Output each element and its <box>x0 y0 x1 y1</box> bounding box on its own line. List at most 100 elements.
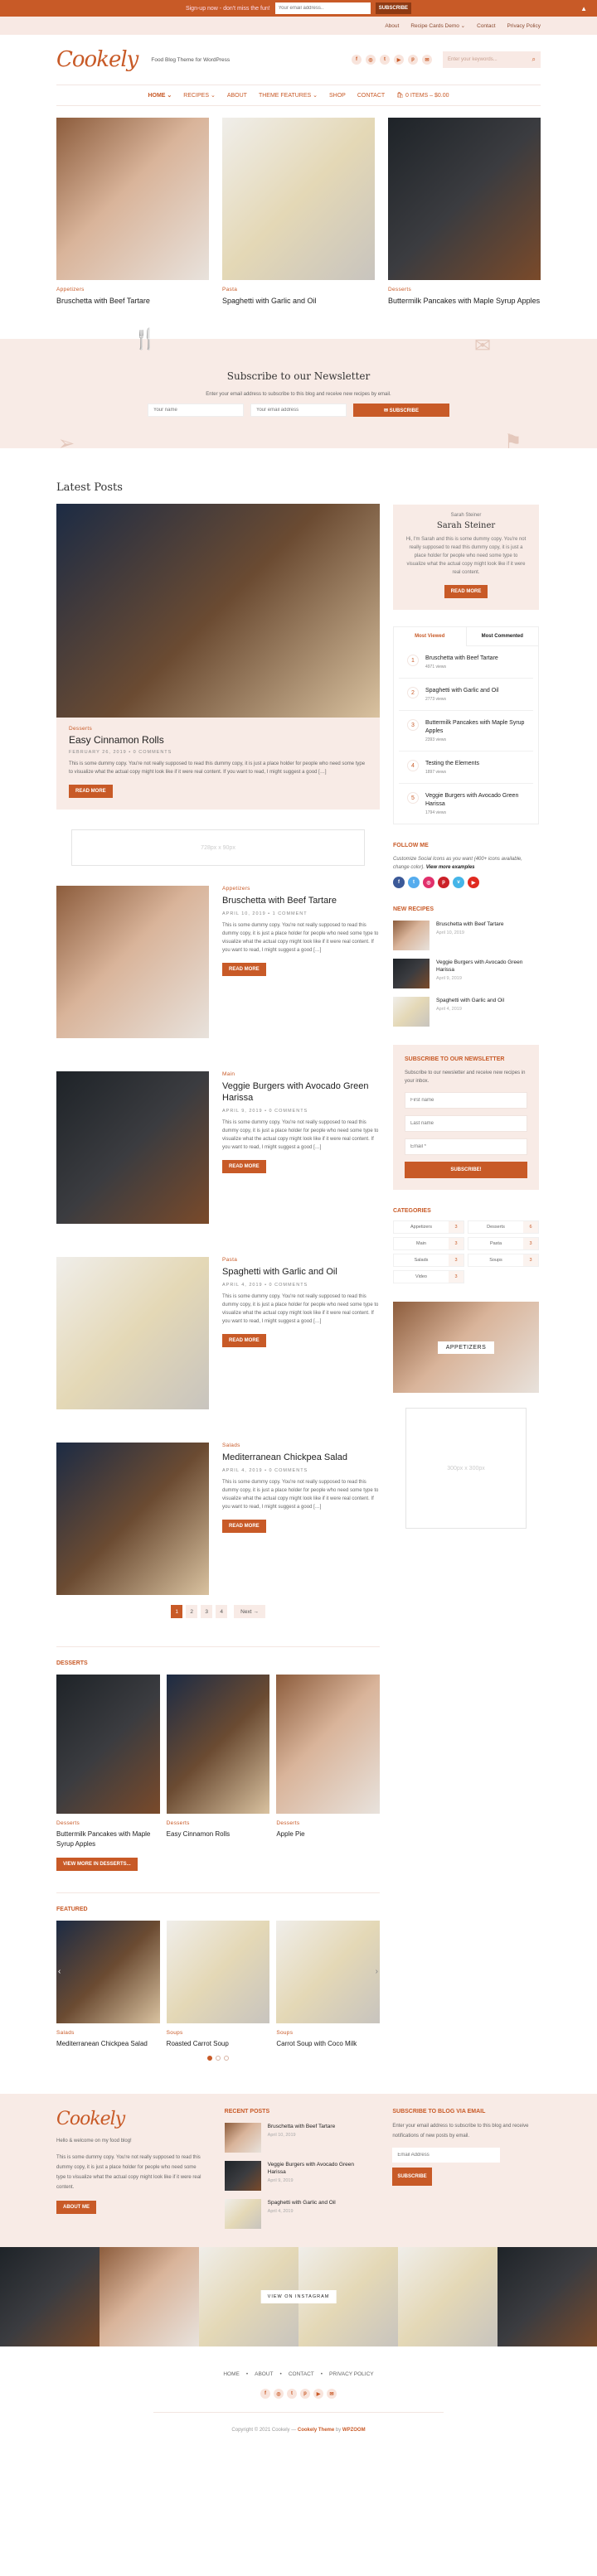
recent-post-item[interactable]: Veggie Burgers with Avocado Green Hariss… <box>224 2161 373 2191</box>
featured-image[interactable] <box>56 1921 160 2023</box>
popular-title[interactable]: Spaghetti with Garlic and Oil <box>425 687 498 695</box>
nav-about[interactable]: About <box>227 93 247 99</box>
dessert-card[interactable]: Desserts Apple Pie <box>276 1675 381 1849</box>
category-image-label[interactable]: APPETIZERS <box>437 1341 495 1354</box>
facebook-icon[interactable]: f <box>393 877 405 888</box>
post-title[interactable]: Veggie Burgers with Avocado Green Hariss… <box>222 1080 380 1104</box>
hero-category[interactable]: Appetizers <box>56 287 209 292</box>
recipe-thumb[interactable] <box>393 997 430 1027</box>
featured-card[interactable]: Soups Carrot Soup with Coco Milk <box>276 1921 381 2049</box>
search-input[interactable]: Enter your keywords... ⌕ <box>443 51 541 68</box>
email-icon[interactable]: ✉ <box>422 55 432 65</box>
email-icon[interactable]: ✉ <box>327 2389 337 2399</box>
twitter-icon[interactable]: t <box>287 2389 297 2399</box>
featured-item-title[interactable]: Roasted Carrot Soup <box>167 2039 270 2049</box>
read-more-button[interactable]: Read More <box>69 785 113 798</box>
featured-item-title[interactable]: Carrot Soup with Coco Milk <box>276 2039 380 2049</box>
featured-image[interactable] <box>166 1921 270 2023</box>
popular-title[interactable]: Veggie Burgers with Avocado Green Hariss… <box>425 792 525 809</box>
popular-item[interactable]: 1 Bruschetta with Beef Tartare 4971 views <box>399 646 533 679</box>
category-item[interactable]: Desserts 6 <box>468 1220 539 1234</box>
newsletter-email-input[interactable] <box>250 404 347 417</box>
footer-nav-contact[interactable]: CONTACT <box>289 2371 314 2377</box>
page-2[interactable]: 2 <box>186 1605 198 1618</box>
footer-subscribe-button[interactable]: SUBSCRIBE <box>392 2168 432 2186</box>
hero-category[interactable]: Desserts <box>388 287 541 292</box>
subnav-contact[interactable]: Contact <box>477 23 495 29</box>
twitter-icon[interactable]: t <box>408 877 420 888</box>
hero-card[interactable]: Pasta Spaghetti with Garlic and Oil <box>222 118 375 306</box>
first-name-input[interactable] <box>405 1092 527 1109</box>
ad-square[interactable]: 300px x 300px <box>405 1408 527 1529</box>
recent-thumb[interactable] <box>224 2199 261 2229</box>
nav-contact[interactable]: Contact <box>357 93 385 99</box>
recent-thumb[interactable] <box>224 2123 261 2153</box>
dessert-category[interactable]: Desserts <box>276 1820 380 1826</box>
next-page-button[interactable]: Next → <box>234 1605 265 1618</box>
category-item[interactable]: Video 3 <box>393 1270 464 1283</box>
site-logo[interactable]: Cookely <box>56 47 138 72</box>
view-more-desserts-button[interactable]: View more in Desserts... <box>56 1858 138 1871</box>
author-read-more-button[interactable]: Read More <box>444 585 488 598</box>
recipe-thumb[interactable] <box>393 959 430 988</box>
popular-item[interactable]: 5 Veggie Burgers with Avocado Green Haris… <box>399 784 533 824</box>
hero-title[interactable]: Spaghetti with Garlic and Oil <box>222 296 375 306</box>
carousel-dot[interactable] <box>207 2056 212 2061</box>
post-title[interactable]: Spaghetti with Garlic and Oil <box>222 1266 380 1278</box>
recent-title[interactable]: Bruschetta with Beef Tartare <box>268 2123 336 2130</box>
view-more-examples-link[interactable]: View more examples <box>426 865 475 870</box>
subnav-privacy[interactable]: Privacy Policy <box>507 23 541 29</box>
carousel-dot[interactable] <box>216 2056 221 2061</box>
hero-title[interactable]: Buttermilk Pancakes with Maple Syrup App… <box>388 296 541 306</box>
nav-theme-features[interactable]: Theme Features ⌄ <box>259 92 318 99</box>
author-link[interactable]: WPZOOM <box>342 2428 366 2433</box>
carousel-prev-icon[interactable]: ‹ <box>58 1967 61 1976</box>
instagram-icon[interactable]: ◎ <box>274 2389 284 2399</box>
featured-category[interactable]: Soups <box>276 2030 380 2036</box>
search-icon[interactable]: ⌕ <box>532 56 536 64</box>
youtube-icon[interactable]: ▶ <box>394 55 404 65</box>
featured-image[interactable] <box>276 1921 381 2023</box>
instagram-icon[interactable]: ◎ <box>366 55 376 65</box>
recent-post-item[interactable]: Spaghetti with Garlic and Oil April 4, 20… <box>224 2199 373 2229</box>
recent-post-item[interactable]: Bruschetta with Beef Tartare April 10, 20… <box>224 2123 373 2153</box>
youtube-icon[interactable]: ▶ <box>468 877 479 888</box>
tab-most-viewed[interactable]: Most Viewed <box>394 627 467 646</box>
read-more-button[interactable]: Read More <box>222 1334 266 1347</box>
recipe-title[interactable]: Bruschetta with Beef Tartare <box>436 921 504 928</box>
featured-category[interactable]: Salads <box>56 2030 160 2036</box>
newsletter-name-input[interactable] <box>148 404 244 417</box>
footer-nav-about[interactable]: ABOUT <box>255 2371 273 2377</box>
nav-home[interactable]: Home ⌄ <box>148 92 172 99</box>
dessert-title[interactable]: Easy Cinnamon Rolls <box>167 1829 270 1839</box>
newsletter-subscribe-button[interactable]: ✉ SUBSCRIBE <box>353 404 449 417</box>
pinterest-icon[interactable]: p <box>300 2389 310 2399</box>
carousel-dot[interactable] <box>224 2056 229 2061</box>
dessert-category[interactable]: Desserts <box>56 1820 160 1826</box>
popular-item[interactable]: 4 Testing the Elements 1897 views <box>399 752 533 784</box>
instagram-photo[interactable] <box>0 2247 100 2346</box>
read-more-button[interactable]: Read More <box>222 963 266 976</box>
footer-nav-home[interactable]: HOME <box>223 2371 240 2377</box>
post-category[interactable]: Main <box>222 1071 380 1077</box>
post-category[interactable]: Pasta <box>222 1257 380 1263</box>
post-category[interactable]: Appetizers <box>222 886 380 892</box>
signup-subscribe-button[interactable]: SUBSCRIBE <box>375 2 412 14</box>
recipe-item[interactable]: Veggie Burgers with Avocado Green Hariss… <box>393 959 539 988</box>
ad-banner[interactable]: 728px x 90px <box>71 829 365 866</box>
post-image[interactable] <box>56 1257 209 1409</box>
popular-item[interactable]: 2 Spaghetti with Garlic and Oil 2773 views <box>399 679 533 711</box>
dessert-category[interactable]: Desserts <box>167 1820 270 1826</box>
dessert-title[interactable]: Buttermilk Pancakes with Maple Syrup App… <box>56 1829 160 1849</box>
vimeo-icon[interactable]: v <box>453 877 464 888</box>
post-image[interactable] <box>56 1071 209 1224</box>
dessert-card[interactable]: Desserts Easy Cinnamon Rolls <box>166 1675 270 1849</box>
tab-most-commented[interactable]: Most Commented <box>466 627 538 646</box>
recent-title[interactable]: Veggie Burgers with Avocado Green Hariss… <box>268 2161 373 2176</box>
dessert-image[interactable] <box>276 1675 381 1814</box>
subnav-about[interactable]: About <box>385 23 399 29</box>
post-category[interactable]: Desserts <box>69 726 367 732</box>
post-category[interactable]: Salads <box>222 1443 380 1448</box>
hero-image[interactable] <box>56 118 209 280</box>
subnav-recipe-cards[interactable]: Recipe Cards Demo ⌄ <box>410 22 465 29</box>
